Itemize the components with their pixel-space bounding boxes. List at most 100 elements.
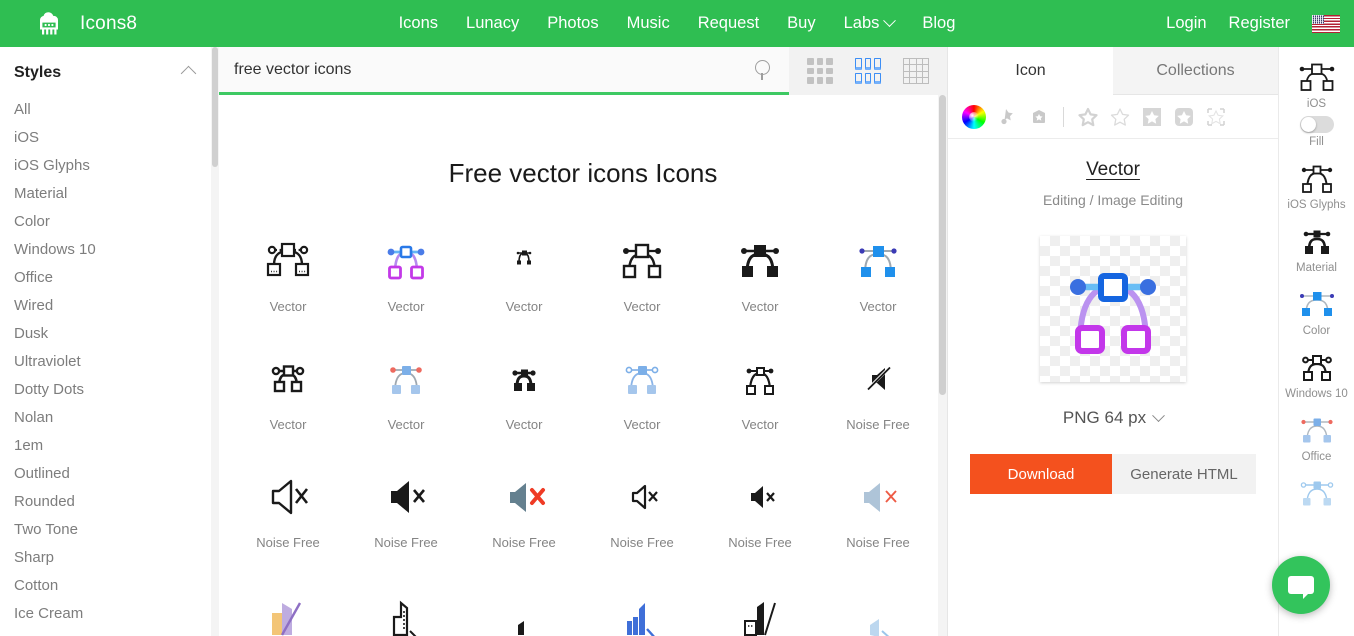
search-input[interactable] <box>219 46 789 93</box>
sidebar-item-two-tone[interactable]: Two Tone <box>0 516 218 544</box>
sidebar-item-color[interactable]: Color <box>0 208 218 236</box>
sidebar-item-ios[interactable]: iOS <box>0 124 218 152</box>
icon-result-item[interactable]: Vector <box>701 229 819 321</box>
nav-label: Blog <box>922 14 956 32</box>
nav-item-photos[interactable]: Photos <box>547 14 598 33</box>
icon-result-item[interactable] <box>465 583 583 636</box>
sidebar-scrollbar-thumb[interactable] <box>212 47 218 167</box>
nav-item-blog[interactable]: Blog <box>922 14 955 33</box>
register-link[interactable]: Register <box>1229 14 1290 33</box>
icon-result-item[interactable]: Vector <box>465 347 583 439</box>
icon-result-item[interactable]: Vector <box>229 347 347 439</box>
icon-result-item[interactable]: Noise Free <box>347 465 465 557</box>
icon-result-item[interactable] <box>347 583 465 636</box>
sidebar-item-ultraviolet[interactable]: Ultraviolet <box>0 348 218 376</box>
icon-result-item[interactable]: Noise Free <box>583 465 701 557</box>
rail-item-office[interactable]: Office <box>1279 400 1354 463</box>
rail-label: iOS Glyphs <box>1287 199 1346 211</box>
icon-result-item[interactable]: Noise Free <box>819 347 937 439</box>
search-field[interactable] <box>219 46 789 95</box>
grid-labeled-view-button[interactable] <box>855 58 881 84</box>
login-link[interactable]: Login <box>1166 14 1206 33</box>
sidebar-item-rounded[interactable]: Rounded <box>0 488 218 516</box>
nav-item-music[interactable]: Music <box>627 14 670 33</box>
nav-item-buy[interactable]: Buy <box>787 14 815 33</box>
sidebar-item-1em[interactable]: 1em <box>0 432 218 460</box>
tab-collections[interactable]: Collections <box>1113 47 1278 95</box>
us-flag-icon[interactable] <box>1312 14 1340 33</box>
icon-result-item[interactable] <box>229 583 347 636</box>
search-icon[interactable] <box>755 60 775 80</box>
icon-result-item[interactable] <box>583 583 701 636</box>
styles-title: Styles <box>14 64 62 81</box>
rail-item-windows-10[interactable]: Windows 10 <box>1279 337 1354 400</box>
chat-bubble-button[interactable] <box>1272 556 1330 614</box>
icon-result-item[interactable]: Noise Free <box>701 465 819 557</box>
icon-result-item[interactable] <box>819 583 937 636</box>
sidebar-item-sharp[interactable]: Sharp <box>0 544 218 572</box>
rail-item-next[interactable] <box>1279 463 1354 511</box>
icon-result-item[interactable]: Vector <box>229 229 347 321</box>
brand-home-link[interactable]: Icons8 <box>34 9 137 39</box>
sidebar-item-windows-10[interactable]: Windows 10 <box>0 236 218 264</box>
grid-view-button[interactable] <box>807 58 833 84</box>
vector-color-blue-purple-icon <box>374 229 438 293</box>
fill-toggle[interactable] <box>1299 116 1334 133</box>
styles-header[interactable]: Styles <box>0 47 218 94</box>
sidebar-item-wired[interactable]: Wired <box>0 292 218 320</box>
nav-item-icons[interactable]: Icons <box>399 14 438 33</box>
icon-result-item[interactable] <box>701 583 819 636</box>
rail-item-ios[interactable]: iOS Fill <box>1279 47 1354 148</box>
search-toolbar <box>219 46 947 95</box>
format-label: PNG 64 px <box>1062 408 1147 427</box>
icon-result-item[interactable]: Noise Free <box>819 465 937 557</box>
icon-result-item[interactable]: Vector <box>583 347 701 439</box>
icon-result-item[interactable]: Vector <box>701 347 819 439</box>
format-selector[interactable]: PNG 64 px <box>948 408 1278 428</box>
sidebar-item-outlined[interactable]: Outlined <box>0 460 218 488</box>
rail-item-material[interactable]: Material <box>1279 211 1354 274</box>
tab-icon[interactable]: Icon <box>948 47 1113 95</box>
sidebar-item-ios-glyphs[interactable]: iOS Glyphs <box>0 152 218 180</box>
icon-result-item[interactable]: Noise Free <box>229 465 347 557</box>
sidebar-item-ice-cream[interactable]: Ice Cream <box>0 600 218 628</box>
star-outline-thick-icon[interactable] <box>1077 106 1099 128</box>
nav-item-labs[interactable]: Labs <box>843 14 897 33</box>
star-outline-icon[interactable] <box>1109 106 1131 128</box>
icon-result-item[interactable]: Vector <box>583 229 701 321</box>
icon-result-item[interactable]: Vector <box>347 229 465 321</box>
icon-result-item[interactable]: Vector <box>819 229 937 321</box>
mute-small-filled-x-icon <box>728 465 792 529</box>
rail-item-ios-glyphs[interactable]: iOS Glyphs <box>1279 148 1354 211</box>
nav-label: Labs <box>843 14 880 32</box>
star-badge-icon[interactable] <box>996 106 1018 128</box>
nav-item-request[interactable]: Request <box>698 14 759 33</box>
rail-label: iOS <box>1306 98 1327 110</box>
rail-item-color[interactable]: Color <box>1279 274 1354 337</box>
sidebar-item-cotton[interactable]: Cotton <box>0 572 218 600</box>
results-scrollbar[interactable] <box>938 95 947 636</box>
star-tshirt-icon[interactable] <box>1028 106 1050 128</box>
sidebar-item-dotty-dots[interactable]: Dotty Dots <box>0 376 218 404</box>
table-view-button[interactable] <box>903 58 929 84</box>
sidebar-item-office[interactable]: Office <box>0 264 218 292</box>
sidebar-scrollbar[interactable] <box>211 47 219 636</box>
icon-caption: Noise Free <box>374 535 438 550</box>
download-button[interactable]: Download <box>970 454 1112 494</box>
star-filled-square-icon[interactable] <box>1141 106 1163 128</box>
sidebar-item-dusk[interactable]: Dusk <box>0 320 218 348</box>
icon-result-item[interactable]: Noise Free <box>465 465 583 557</box>
sidebar-item-nolan[interactable]: Nolan <box>0 404 218 432</box>
nav-item-lunacy[interactable]: Lunacy <box>466 14 519 33</box>
sidebar-item-material[interactable]: Material <box>0 180 218 208</box>
icon-result-item[interactable]: Vector <box>347 347 465 439</box>
results-scrollbar-thumb[interactable] <box>939 95 946 395</box>
chevron-up-icon[interactable] <box>180 65 197 81</box>
generate-html-button[interactable]: Generate HTML <box>1112 454 1256 494</box>
color-wheel-icon[interactable] <box>962 104 986 129</box>
icon-result-item[interactable]: Vector <box>465 229 583 321</box>
sidebar-item-all[interactable]: All <box>0 96 218 124</box>
star-filled-rounded-icon[interactable] <box>1173 106 1195 128</box>
star-expand-icon[interactable] <box>1205 106 1227 128</box>
detail-icon-name[interactable]: Vector <box>948 159 1278 181</box>
